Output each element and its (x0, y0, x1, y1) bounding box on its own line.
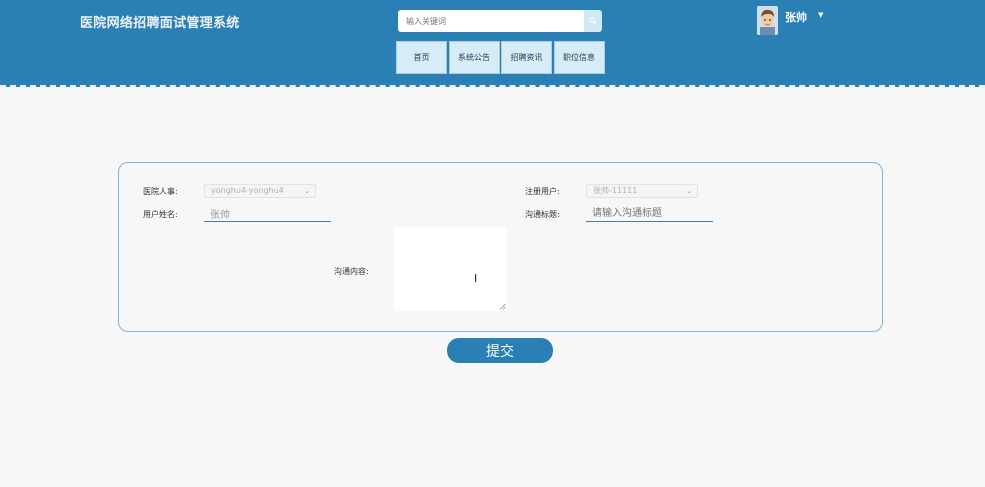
registered-user-select-value: 张帅-11111 (593, 186, 638, 195)
chevron-down-icon: ⌄ (686, 187, 692, 195)
content-label: 沟通内容: (334, 267, 369, 276)
subject-input[interactable] (586, 206, 713, 222)
user-name-field[interactable] (204, 206, 331, 222)
avatar (757, 6, 778, 35)
nav-item-announcements[interactable]: 系统公告 (448, 41, 500, 74)
registered-user-select[interactable]: 张帅-11111 ⌄ (586, 184, 698, 198)
subject-label: 沟通标题: (525, 210, 560, 219)
message-form: 医院人事: yonghu4-yonghu4 ⌄ 注册用户: 张帅-11111 ⌄… (118, 162, 883, 332)
user-name: 张帅 (785, 11, 807, 24)
hr-select-value: yonghu4-yonghu4 (211, 186, 284, 195)
resize-grip-icon[interactable] (499, 303, 506, 310)
nav-item-recruitment-news[interactable]: 招聘资讯 (501, 41, 552, 74)
search-icon (589, 17, 597, 25)
top-header: 医院网络招聘面试管理系统 首页 系统公告 招聘资讯 职位信息 (0, 0, 985, 87)
caret-down-icon[interactable]: ▼ (818, 11, 823, 19)
content-textarea[interactable]: I (394, 227, 507, 311)
site-title: 医院网络招聘面试管理系统 (80, 16, 240, 31)
nav-item-home[interactable]: 首页 (396, 41, 447, 74)
search-input[interactable] (398, 10, 584, 32)
hr-label: 医院人事: (143, 187, 178, 196)
text-cursor-icon: I (474, 272, 478, 285)
user-name-label: 用户姓名: (143, 210, 178, 219)
search-button[interactable] (584, 10, 602, 32)
search-box (398, 10, 602, 32)
submit-button[interactable]: 提交 (447, 338, 553, 363)
registered-user-label: 注册用户: (525, 187, 560, 196)
user-menu[interactable]: 张帅 ▼ (757, 6, 823, 35)
main-nav: 首页 系统公告 招聘资讯 职位信息 (396, 41, 606, 74)
nav-item-job-info[interactable]: 职位信息 (553, 41, 605, 74)
chevron-down-icon: ⌄ (304, 187, 310, 195)
hr-select[interactable]: yonghu4-yonghu4 ⌄ (204, 184, 316, 198)
